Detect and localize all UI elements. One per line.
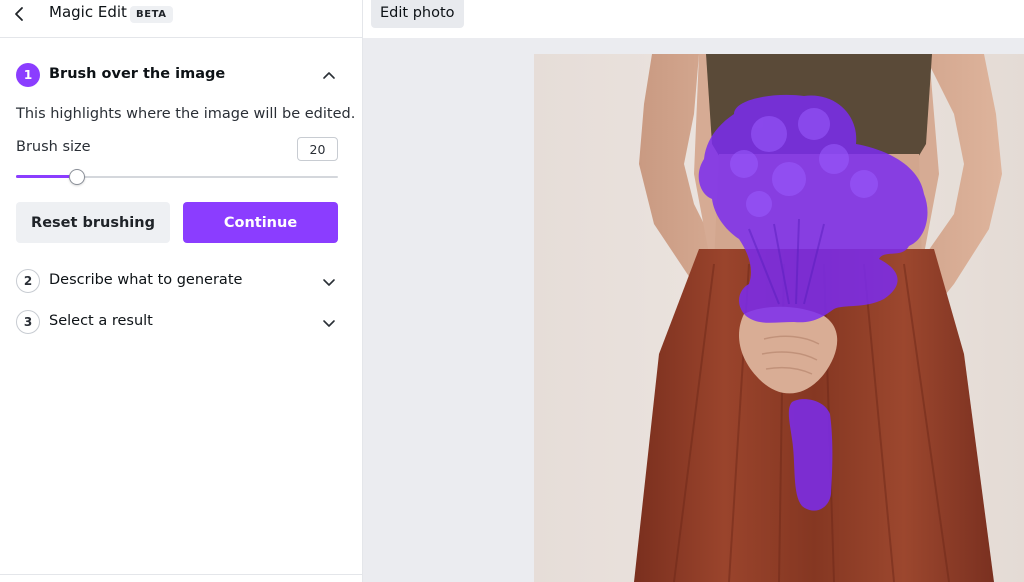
step-1-number: 1 bbox=[16, 63, 40, 87]
brush-size-label: Brush size bbox=[16, 139, 91, 155]
beta-badge: BETA bbox=[130, 6, 173, 23]
step-3-number: 3 bbox=[16, 310, 40, 334]
back-button[interactable] bbox=[8, 2, 32, 26]
reset-brushing-button[interactable]: Reset brushing bbox=[16, 202, 170, 243]
photo-canvas[interactable] bbox=[534, 54, 1024, 582]
panel-title: Magic Edit bbox=[49, 3, 127, 21]
chevron-up-icon bbox=[323, 72, 335, 79]
continue-button[interactable]: Continue bbox=[183, 202, 338, 243]
step-1-description: This highlights where the image will be … bbox=[16, 106, 356, 122]
brush-size-slider-thumb[interactable] bbox=[69, 169, 85, 185]
chevron-down-icon bbox=[323, 320, 335, 327]
step-2-number: 2 bbox=[16, 269, 40, 293]
edit-photo-button[interactable]: Edit photo bbox=[371, 0, 464, 28]
panel-header: Magic Edit BETA bbox=[0, 0, 362, 38]
chevron-left-icon bbox=[15, 7, 23, 21]
step-2-title[interactable]: Describe what to generate bbox=[49, 272, 242, 288]
step-1-title[interactable]: Brush over the image bbox=[49, 66, 225, 82]
magic-edit-panel: Magic Edit BETA 1 Brush over the image T… bbox=[0, 0, 363, 582]
step-2-toggle[interactable] bbox=[320, 273, 338, 291]
step-3-title[interactable]: Select a result bbox=[49, 313, 153, 329]
brush-size-input[interactable]: 20 bbox=[297, 137, 338, 161]
panel-footer-divider bbox=[0, 574, 362, 575]
chevron-down-icon bbox=[323, 279, 335, 286]
step-3-toggle[interactable] bbox=[320, 314, 338, 332]
brush-size-slider-fill bbox=[16, 175, 77, 178]
photo-image bbox=[534, 54, 1024, 582]
step-1-toggle[interactable] bbox=[320, 67, 338, 85]
